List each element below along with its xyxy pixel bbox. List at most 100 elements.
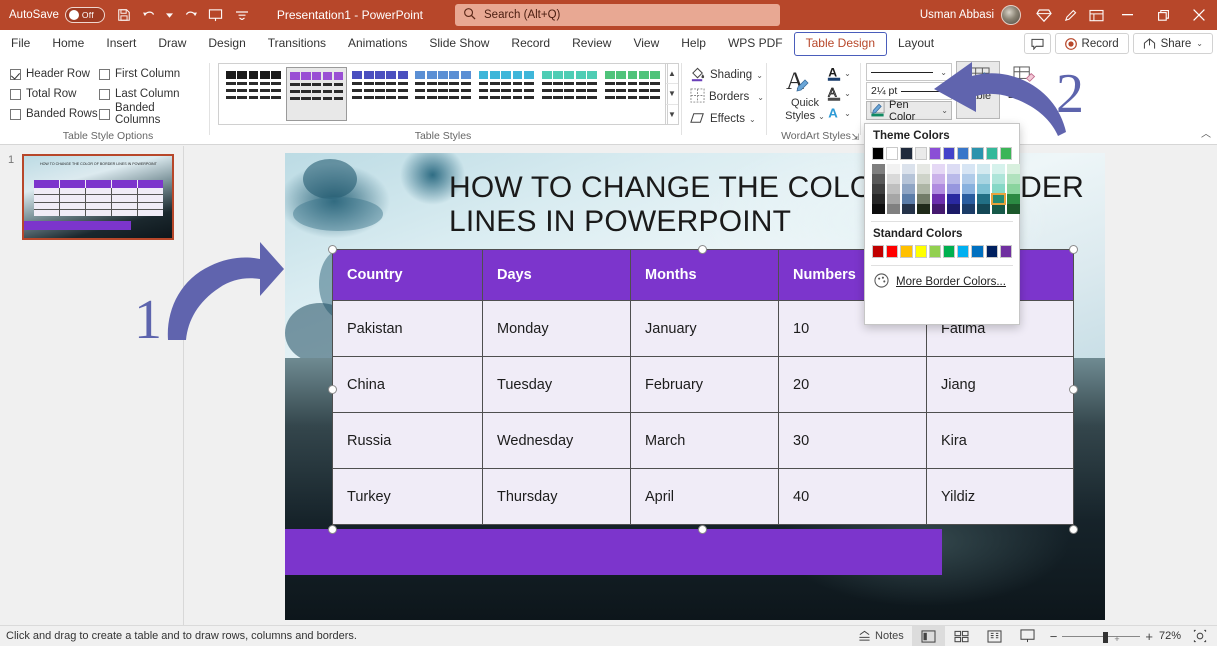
theme-color-column-2[interactable] xyxy=(902,164,915,214)
theme-color-7-1[interactable] xyxy=(977,174,990,184)
theme-colors-variant-rows[interactable] xyxy=(872,164,1012,214)
tab-wps-pdf[interactable]: WPS PDF xyxy=(717,30,794,57)
theme-color-2-2[interactable] xyxy=(902,184,915,194)
draw-table-button[interactable]: Table xyxy=(956,61,1000,119)
borders-button[interactable]: Borders ⌄ xyxy=(690,86,764,108)
theme-color-column-8[interactable] xyxy=(992,164,1005,214)
theme-color-3-0[interactable] xyxy=(917,164,930,174)
table-cell-r0-c1[interactable]: Monday xyxy=(483,301,631,357)
tab-review[interactable]: Review xyxy=(561,30,622,57)
pen-color-button[interactable]: Pen Color ⌄ xyxy=(866,101,952,120)
theme-color-5-2[interactable] xyxy=(947,184,960,194)
theme-color-0-3[interactable] xyxy=(872,194,885,204)
avatar[interactable] xyxy=(1001,5,1021,25)
tab-transitions[interactable]: Transitions xyxy=(257,30,337,57)
chevron-down-icon[interactable]: ⌄ xyxy=(940,68,947,77)
table-cell-r3-c1[interactable]: Thursday xyxy=(483,469,631,525)
zoom-track[interactable]: + xyxy=(1062,636,1140,637)
selection-handle-ml[interactable] xyxy=(328,385,337,394)
theme-color-2-3[interactable] xyxy=(902,194,915,204)
theme-color-column-7[interactable] xyxy=(977,164,990,214)
zoom-slider[interactable]: − + + xyxy=(1050,629,1153,644)
theme-color-1-4[interactable] xyxy=(887,204,900,214)
theme-color-7-3[interactable] xyxy=(977,194,990,204)
theme-color-base-0[interactable] xyxy=(872,147,884,160)
zoom-thumb[interactable] xyxy=(1103,632,1108,643)
chevron-down-icon[interactable]: ⌄ xyxy=(941,106,948,115)
theme-color-6-0[interactable] xyxy=(962,164,975,174)
tab-slide-show[interactable]: Slide Show xyxy=(418,30,500,57)
table-cell-r2-c0[interactable]: Russia xyxy=(333,413,483,469)
theme-color-1-2[interactable] xyxy=(887,184,900,194)
text-outline-button[interactable]: A ⌄ xyxy=(820,83,858,103)
theme-color-base-1[interactable] xyxy=(886,147,898,160)
theme-color-3-1[interactable] xyxy=(917,174,930,184)
collapse-ribbon-icon[interactable]: ︿ xyxy=(1201,125,1211,140)
theme-color-base-4[interactable] xyxy=(929,147,941,160)
tab-design[interactable]: Design xyxy=(197,30,256,57)
theme-color-base-5[interactable] xyxy=(943,147,955,160)
undo-icon[interactable] xyxy=(137,3,163,27)
save-icon[interactable] xyxy=(111,3,137,27)
restore-button[interactable] xyxy=(1145,0,1181,30)
table-cell-r2-c2[interactable]: March xyxy=(631,413,779,469)
tab-file[interactable]: File xyxy=(0,30,41,57)
checkbox-banded-rows[interactable]: Banded Rows xyxy=(10,104,99,124)
theme-color-base-2[interactable] xyxy=(900,147,912,160)
table-cell-r1-c0[interactable]: China xyxy=(333,357,483,413)
user-name[interactable]: Usman Abbasi xyxy=(920,9,994,21)
theme-color-9-1[interactable] xyxy=(1007,174,1020,184)
theme-color-column-4[interactable] xyxy=(932,164,945,214)
selection-handle-tc[interactable] xyxy=(698,245,707,254)
theme-color-3-3[interactable] xyxy=(917,194,930,204)
theme-color-0-1[interactable] xyxy=(872,174,885,184)
pen-weight-dropdown[interactable]: 2¼ pt xyxy=(866,82,952,100)
slideshow-icon[interactable] xyxy=(1011,626,1044,646)
theme-color-5-3[interactable] xyxy=(947,194,960,204)
theme-color-5-4[interactable] xyxy=(947,204,960,214)
theme-color-base-3[interactable] xyxy=(915,147,927,160)
table-row[interactable]: RussiaWednesdayMarch30Kira xyxy=(333,413,1074,469)
theme-color-3-2[interactable] xyxy=(917,184,930,194)
standard-color-1[interactable] xyxy=(886,245,898,258)
theme-color-4-4[interactable] xyxy=(932,204,945,214)
theme-color-8-2[interactable] xyxy=(992,184,1005,194)
present-icon[interactable] xyxy=(203,3,229,27)
checkbox-first-column[interactable]: First Column xyxy=(99,64,199,84)
theme-color-4-1[interactable] xyxy=(932,174,945,184)
more-border-colors-item[interactable]: More Border Colors... xyxy=(865,266,1019,291)
undo-dropdown-icon[interactable] xyxy=(163,3,177,27)
theme-color-9-0[interactable] xyxy=(1007,164,1020,174)
redo-icon[interactable] xyxy=(177,3,203,27)
table-cell-r0-c2[interactable]: January xyxy=(631,301,779,357)
standard-color-9[interactable] xyxy=(1000,245,1012,258)
slide-thumbnail-1[interactable]: HOW TO CHANGE THE COLOR OF BORDER LINES … xyxy=(22,154,174,240)
theme-color-8-1[interactable] xyxy=(992,174,1005,184)
notes-button[interactable]: Notes xyxy=(850,626,912,646)
theme-color-3-4[interactable] xyxy=(917,204,930,214)
checkbox-first-column-box[interactable] xyxy=(99,69,110,80)
theme-color-7-0[interactable] xyxy=(977,164,990,174)
normal-view-icon[interactable] xyxy=(912,626,945,646)
chevron-down-icon[interactable]: ⌄ xyxy=(844,69,851,78)
slide-purple-bar-shape[interactable] xyxy=(285,529,942,575)
theme-color-2-4[interactable] xyxy=(902,204,915,214)
pen-style-dropdown[interactable]: ⌄ xyxy=(866,63,952,81)
close-button[interactable] xyxy=(1181,0,1217,30)
selection-handle-tr[interactable] xyxy=(1069,245,1078,254)
table-cell-r2-c3[interactable]: 30 xyxy=(779,413,927,469)
table-cell-r3-c2[interactable]: April xyxy=(631,469,779,525)
gallery-more-icon[interactable]: ▼ xyxy=(666,105,678,124)
theme-color-base-8[interactable] xyxy=(986,147,998,160)
theme-color-5-1[interactable] xyxy=(947,174,960,184)
table-cell-r1-c2[interactable]: February xyxy=(631,357,779,413)
theme-color-9-4[interactable] xyxy=(1007,204,1020,214)
tab-insert[interactable]: Insert xyxy=(95,30,147,57)
gallery-scroll-down-icon[interactable]: ▼ xyxy=(666,84,678,104)
theme-color-4-3[interactable] xyxy=(932,194,945,204)
checkbox-banded-columns[interactable]: Banded Columns xyxy=(99,104,199,124)
table-cell-r3-c4[interactable]: Yildiz xyxy=(927,469,1074,525)
zoom-in-button[interactable]: + xyxy=(1145,629,1153,644)
checkbox-banded-rows-box[interactable] xyxy=(10,109,21,120)
theme-color-base-7[interactable] xyxy=(971,147,983,160)
